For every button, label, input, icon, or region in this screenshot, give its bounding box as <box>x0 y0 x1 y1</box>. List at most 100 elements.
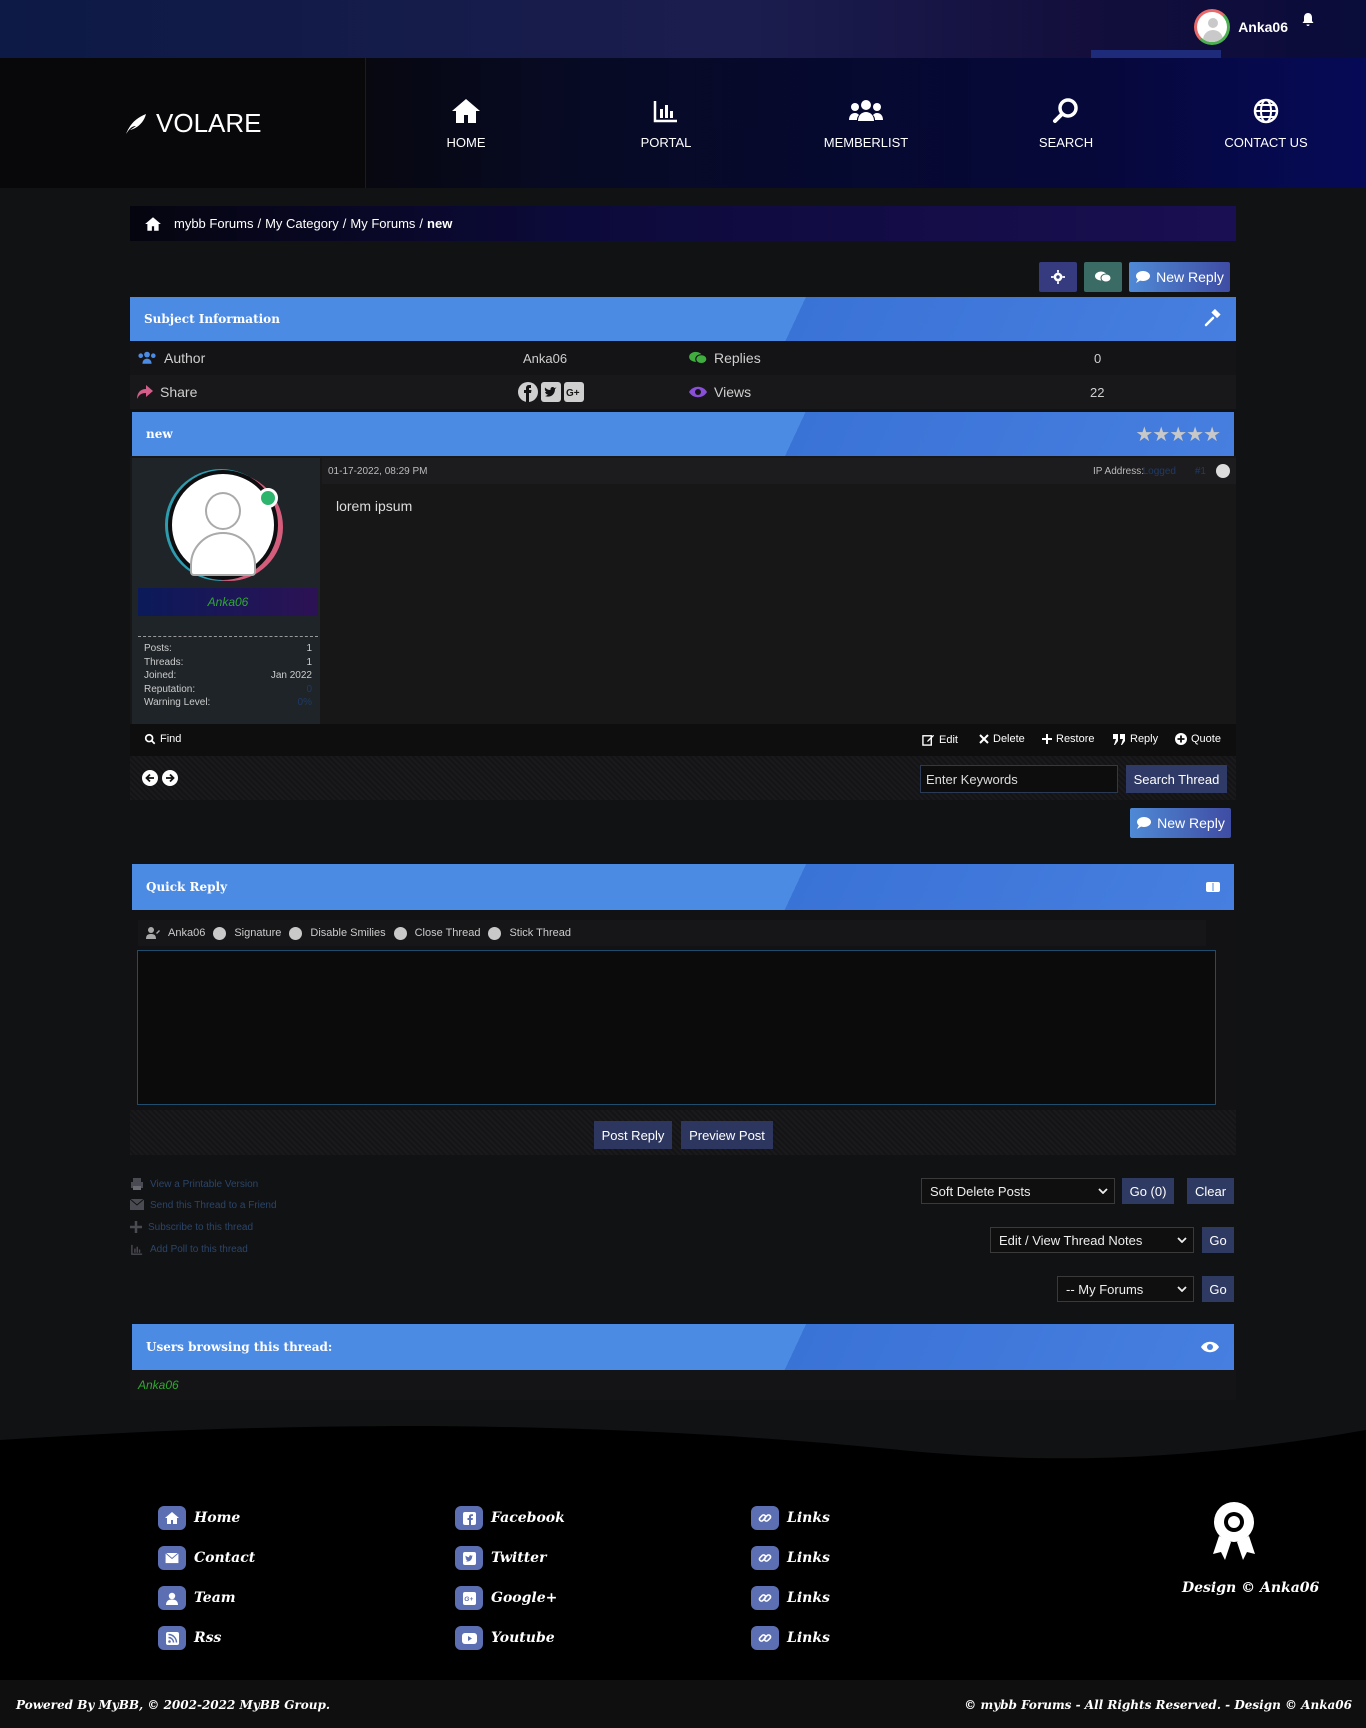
moderation-select[interactable]: Soft Delete Posts <box>921 1178 1115 1204</box>
username[interactable]: Anka06 <box>1238 19 1288 35</box>
replies-cell: Replies <box>688 350 761 366</box>
breadcrumb-link[interactable]: My Category <box>265 216 339 231</box>
comment-icon <box>1137 817 1152 829</box>
send-to-friend-link[interactable]: Send this Thread to a Friend <box>130 1199 277 1211</box>
thread-options-button[interactable] <box>1039 262 1077 292</box>
quote-label: Quote <box>1191 733 1221 745</box>
footer-link-links[interactable]: Links <box>751 1586 830 1610</box>
thread-search-input[interactable] <box>920 765 1118 793</box>
search-thread-button[interactable]: Search Thread <box>1126 765 1227 793</box>
link-icon <box>751 1626 779 1650</box>
find-button[interactable]: Find <box>144 733 181 745</box>
author-cell: Author <box>136 350 205 366</box>
moderation-go-button[interactable]: Go (0) <box>1122 1178 1174 1204</box>
envelope-icon <box>158 1546 186 1570</box>
restore-button[interactable]: Restore <box>1042 733 1095 745</box>
nav-home[interactable]: HOME <box>366 58 566 188</box>
nav-memberlist[interactable]: MEMBERLIST <box>766 58 966 188</box>
close-thread-checkbox[interactable] <box>393 926 407 940</box>
reply-button[interactable]: Reply <box>1113 733 1158 745</box>
gavel-icon[interactable] <box>1204 309 1222 327</box>
user-icon <box>146 927 160 939</box>
printable-version-link[interactable]: View a Printable Version <box>130 1177 258 1191</box>
thread-notes-select[interactable]: Edit / View Thread Notes <box>990 1227 1194 1253</box>
footer-link-links[interactable]: Links <box>751 1626 830 1650</box>
quick-chat-button[interactable] <box>1084 262 1122 292</box>
thread-rating[interactable]: ★★★★★ <box>1135 422 1221 446</box>
link-label: View a Printable Version <box>150 1178 259 1190</box>
signature-label: Signature <box>234 927 282 939</box>
author-value[interactable]: Anka06 <box>523 351 567 366</box>
user-menu[interactable]: Anka06 <box>1194 9 1316 45</box>
preview-post-button[interactable]: Preview Post <box>681 1121 773 1149</box>
arrow-right-icon <box>166 773 175 783</box>
nav-contact[interactable]: CONTACT US <box>1166 58 1366 188</box>
quick-reply-textarea[interactable] <box>137 950 1216 1105</box>
footer-link-links[interactable]: Links <box>751 1506 830 1530</box>
footer-link-rss[interactable]: Rss <box>158 1626 221 1650</box>
nav-search[interactable]: SEARCH <box>966 58 1166 188</box>
breadcrumb-link[interactable]: mybb Forums <box>174 216 253 231</box>
panel-title: Users browsing this thread: <box>146 1340 333 1354</box>
select-value: Edit / View Thread Notes <box>999 1232 1143 1248</box>
clear-button[interactable]: Clear <box>1187 1178 1234 1204</box>
chevron-down-icon <box>1177 1286 1187 1292</box>
post-number[interactable]: #1 <box>1195 466 1206 477</box>
collapse-icon[interactable] <box>1206 882 1220 892</box>
ip-value[interactable]: Logged <box>1143 466 1176 477</box>
add-poll-link[interactable]: Add Poll to this thread <box>130 1243 248 1256</box>
breadcrumb-current: new <box>427 216 453 231</box>
google-plus-icon[interactable]: G+ <box>564 382 584 402</box>
delete-button[interactable]: Delete <box>979 733 1025 745</box>
avatar[interactable] <box>168 470 278 580</box>
select-post-toggle[interactable] <box>1216 464 1230 478</box>
footer-link-links[interactable]: Links <box>751 1546 830 1570</box>
subscribe-link[interactable]: Subscribe to this thread <box>130 1221 253 1233</box>
new-reply-button[interactable]: New Reply <box>1130 808 1231 838</box>
footer-link-home[interactable]: Home <box>158 1506 240 1530</box>
views-cell: Views <box>688 384 751 400</box>
logo[interactable]: VOLARE <box>122 108 262 139</box>
quote-button[interactable]: Quote <box>1175 733 1221 745</box>
footer-link-google-plus[interactable]: G+ Google+ <box>455 1586 557 1610</box>
users-icon <box>138 351 156 364</box>
nav-portal[interactable]: PORTAL <box>566 58 766 188</box>
nav-label: MEMBERLIST <box>823 134 909 150</box>
edit-button[interactable]: Edit <box>922 733 958 746</box>
twitter-icon[interactable] <box>541 382 561 402</box>
signature-checkbox[interactable] <box>213 926 227 940</box>
forum-jump-go-button[interactable]: Go <box>1202 1276 1234 1302</box>
site-header: VOLARE HOME PORTAL MEMBERLIST SEARCH CON… <box>0 58 1366 188</box>
footer-link-twitter[interactable]: Twitter <box>455 1546 546 1570</box>
facebook-icon[interactable] <box>518 382 538 402</box>
browsing-user[interactable]: Anka06 <box>138 1378 179 1392</box>
powered-by[interactable]: Powered By MyBB, © 2002-2022 MyBB Group. <box>16 1698 330 1712</box>
footer-link-contact[interactable]: Contact <box>158 1546 255 1570</box>
stick-thread-checkbox[interactable] <box>488 926 502 940</box>
warning-level-link[interactable]: 0% <box>298 697 312 711</box>
breadcrumb-link[interactable]: My Forums <box>350 216 415 231</box>
footer-link-facebook[interactable]: Facebook <box>455 1506 565 1530</box>
breadcrumb-home[interactable] <box>138 209 168 239</box>
disable-smilies-checkbox[interactable] <box>289 926 303 940</box>
previous-thread-button[interactable] <box>142 770 158 786</box>
views-label: Views <box>714 384 752 400</box>
reputation-link[interactable]: 0 <box>306 684 312 698</box>
forum-jump-select[interactable]: -- My Forums <box>1057 1276 1194 1302</box>
thread-notes-go-button[interactable]: Go <box>1202 1227 1234 1253</box>
nav-label: CONTACT US <box>1224 134 1308 150</box>
top-bar: Anka06 <box>0 0 1366 58</box>
bell-icon[interactable] <box>1300 12 1316 28</box>
post-reply-button[interactable]: Post Reply <box>594 1121 672 1149</box>
footer-link-youtube[interactable]: Youtube <box>455 1626 555 1650</box>
avatar[interactable] <box>1194 9 1231 45</box>
post-author-name[interactable]: Anka06 <box>138 588 318 616</box>
footer-link-team[interactable]: Team <box>158 1586 236 1610</box>
search-icon <box>1053 97 1078 123</box>
share-icon <box>137 385 153 399</box>
new-reply-button[interactable]: New Reply <box>1129 262 1230 292</box>
next-thread-button[interactable] <box>162 770 178 786</box>
footer-link-label: Home <box>194 1510 241 1526</box>
stat-label: Warning Level: <box>144 697 211 708</box>
delete-label: Delete <box>993 733 1025 745</box>
